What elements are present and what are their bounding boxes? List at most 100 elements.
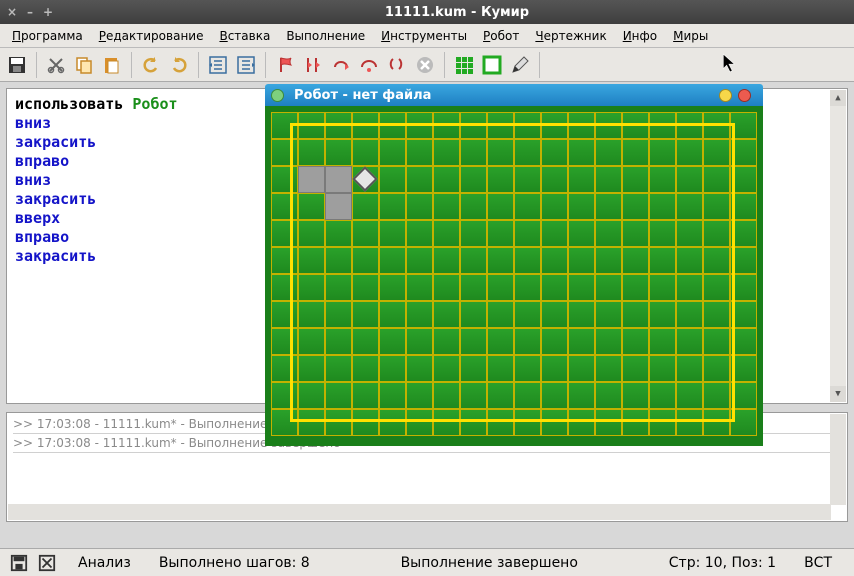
grid-cell[interactable] <box>541 193 568 220</box>
grid-cell[interactable] <box>460 301 487 328</box>
grid-cell[interactable] <box>379 166 406 193</box>
grid-cell[interactable] <box>271 166 298 193</box>
grid-cell[interactable] <box>730 112 757 139</box>
grid-cell[interactable] <box>568 409 595 436</box>
menu-edit[interactable]: Редактирование <box>91 26 212 46</box>
grid-cell[interactable] <box>649 382 676 409</box>
grid-cell[interactable] <box>730 220 757 247</box>
grid-cell[interactable] <box>271 274 298 301</box>
grid-cell[interactable] <box>541 355 568 382</box>
menu-program[interactable]: Программа <box>4 26 91 46</box>
grid-cell[interactable] <box>460 274 487 301</box>
grid-cell[interactable] <box>460 382 487 409</box>
grid-cell[interactable] <box>649 328 676 355</box>
grid-cell[interactable] <box>352 112 379 139</box>
grid-cell[interactable] <box>568 355 595 382</box>
grid-cell[interactable] <box>460 355 487 382</box>
grid-cell[interactable] <box>460 139 487 166</box>
grid-cell[interactable] <box>649 247 676 274</box>
grid-cell[interactable] <box>676 301 703 328</box>
grid-cell[interactable] <box>703 274 730 301</box>
grid-cell[interactable] <box>271 328 298 355</box>
grid-cell[interactable] <box>676 409 703 436</box>
grid-cell[interactable] <box>676 355 703 382</box>
grid-cell[interactable] <box>649 139 676 166</box>
grid-cell[interactable] <box>406 220 433 247</box>
grid-cell[interactable] <box>676 112 703 139</box>
grid-cell[interactable] <box>379 112 406 139</box>
grid-cell[interactable] <box>568 274 595 301</box>
robot-window-minimize-icon[interactable] <box>719 89 732 102</box>
robot-window-close-icon[interactable] <box>738 89 751 102</box>
grid-cell[interactable] <box>406 355 433 382</box>
grid-cell[interactable] <box>406 301 433 328</box>
grid-cell[interactable] <box>595 328 622 355</box>
grid-cell[interactable] <box>379 382 406 409</box>
grid-cell[interactable] <box>487 112 514 139</box>
grid-cell[interactable] <box>352 220 379 247</box>
grid-cell[interactable] <box>703 355 730 382</box>
grid-cell[interactable] <box>541 139 568 166</box>
grid-cell[interactable] <box>595 112 622 139</box>
grid-cell[interactable] <box>622 382 649 409</box>
paste-icon[interactable] <box>99 52 125 78</box>
grid-cell[interactable] <box>703 328 730 355</box>
grid-cell[interactable] <box>352 328 379 355</box>
grid-cell[interactable] <box>271 355 298 382</box>
grid-cell[interactable] <box>514 193 541 220</box>
grid-cell[interactable] <box>649 409 676 436</box>
grid-cell[interactable] <box>406 112 433 139</box>
grid-cell[interactable] <box>541 409 568 436</box>
grid-cell[interactable] <box>433 166 460 193</box>
grid-cell[interactable] <box>622 166 649 193</box>
grid-cell[interactable] <box>352 409 379 436</box>
grid-cell[interactable] <box>406 247 433 274</box>
grid-cell[interactable] <box>325 247 352 274</box>
save-icon[interactable] <box>4 52 30 78</box>
grid-cell[interactable] <box>406 166 433 193</box>
grid-cell[interactable] <box>595 274 622 301</box>
grid-cell[interactable] <box>298 301 325 328</box>
grid-cell[interactable] <box>730 139 757 166</box>
grid-cell[interactable] <box>730 409 757 436</box>
grid-cell[interactable] <box>649 301 676 328</box>
grid-cell[interactable] <box>487 193 514 220</box>
grid-cell[interactable] <box>730 274 757 301</box>
grid-cell[interactable] <box>487 139 514 166</box>
grid-cell[interactable] <box>433 274 460 301</box>
grid-cell[interactable] <box>325 112 352 139</box>
grid-cell[interactable] <box>595 220 622 247</box>
grid-cell[interactable] <box>676 193 703 220</box>
grid-cell[interactable] <box>595 139 622 166</box>
grid-cell[interactable] <box>433 247 460 274</box>
grid-cell[interactable] <box>298 328 325 355</box>
grid-cell[interactable] <box>514 274 541 301</box>
grid-cell[interactable] <box>622 328 649 355</box>
run-icon[interactable] <box>272 52 298 78</box>
grid-cell[interactable] <box>703 220 730 247</box>
grid-cell[interactable] <box>298 112 325 139</box>
grid-cell[interactable] <box>487 409 514 436</box>
grid-cell[interactable] <box>271 382 298 409</box>
redo-icon[interactable] <box>166 52 192 78</box>
grid-cell[interactable] <box>298 274 325 301</box>
status-analysis[interactable]: Анализ <box>64 555 145 571</box>
grid-cell[interactable] <box>541 166 568 193</box>
grid-cell[interactable] <box>676 382 703 409</box>
grid-cell[interactable] <box>406 274 433 301</box>
grid-cell[interactable] <box>487 166 514 193</box>
grid-cell[interactable] <box>703 166 730 193</box>
step-over-icon[interactable] <box>356 52 382 78</box>
grid-cell[interactable] <box>676 220 703 247</box>
grid-cell[interactable] <box>649 220 676 247</box>
grid-cell[interactable] <box>649 355 676 382</box>
grid-cell[interactable] <box>514 382 541 409</box>
cut-icon[interactable] <box>43 52 69 78</box>
grid-cell[interactable] <box>271 220 298 247</box>
grid-cell[interactable] <box>379 247 406 274</box>
grid-cell[interactable] <box>487 247 514 274</box>
grid-cell[interactable] <box>325 274 352 301</box>
grid-cell[interactable] <box>271 139 298 166</box>
grid-cell[interactable] <box>622 193 649 220</box>
grid-cell[interactable] <box>514 220 541 247</box>
